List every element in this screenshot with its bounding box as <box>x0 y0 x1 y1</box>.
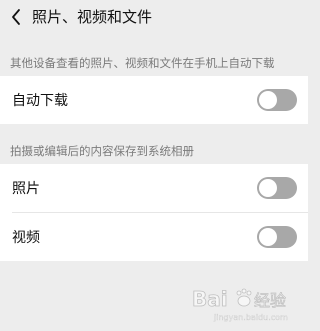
setting-label: 照片 <box>12 181 40 197</box>
svg-text:经验: 经验 <box>254 291 286 310</box>
svg-text:Bai: Bai <box>192 287 228 311</box>
auto-download-toggle[interactable] <box>257 89 297 111</box>
settings-group-auto-download: 自动下载 <box>0 76 308 124</box>
nav-bar: 照片、视频和文件 <box>0 0 308 38</box>
setting-row-auto-download[interactable]: 自动下载 <box>0 76 308 124</box>
section-caption-save-to-album: 拍摄或编辑后的内容保存到系统相册 <box>10 144 194 158</box>
setting-row-videos[interactable]: 视频 <box>0 213 308 261</box>
toggle-knob <box>259 179 277 197</box>
photos-toggle[interactable] <box>257 177 297 199</box>
section-caption-auto-download: 其他设备查看的照片、视频和文件在手机上自动下载 <box>10 56 275 70</box>
setting-label: 自动下载 <box>12 93 68 109</box>
svg-text:jingyan.baidu.com: jingyan.baidu.com <box>213 313 288 322</box>
page-title: 照片、视频和文件 <box>32 8 153 26</box>
baidu-jingyan-watermark: Bai 经验 jingyan.baidu.com <box>192 287 289 323</box>
toggle-knob <box>259 228 277 246</box>
back-button[interactable] <box>4 2 28 32</box>
settings-group-save-to-album: 照片 视频 <box>0 164 308 261</box>
toggle-knob <box>259 91 277 109</box>
setting-row-photos[interactable]: 照片 <box>0 164 308 212</box>
chevron-left-icon <box>12 9 20 25</box>
setting-label: 视频 <box>12 230 40 246</box>
videos-toggle[interactable] <box>257 226 297 248</box>
